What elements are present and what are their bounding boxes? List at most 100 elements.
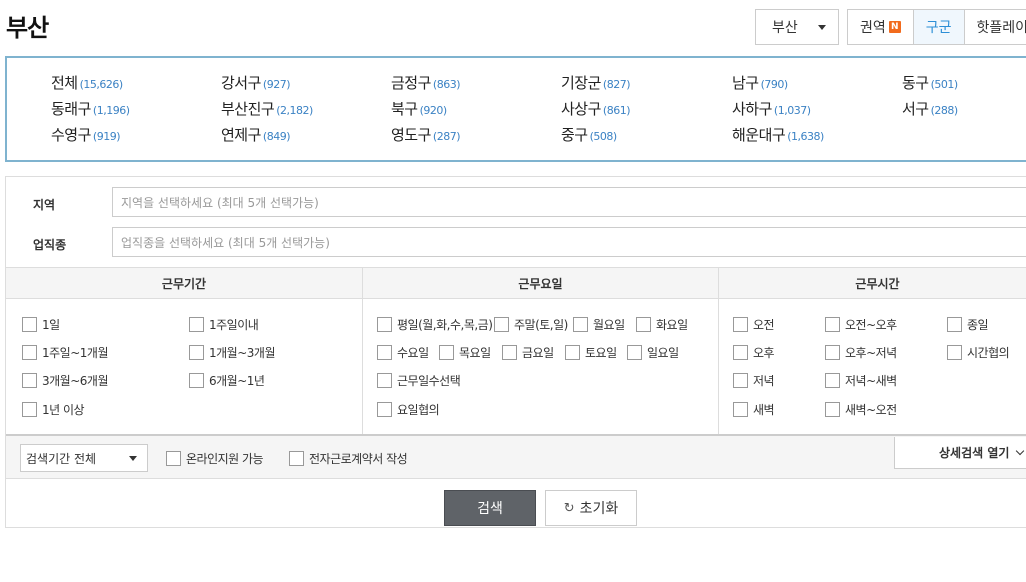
- checkbox[interactable]: [502, 345, 517, 360]
- region-input[interactable]: 지역을 선택하세요 (최대 5개 선택가능): [112, 187, 1026, 217]
- search-page: 부산 부산 권역 N 구군 핫플레이 전체 (15,626) 강서구 (927) 금…: [0, 0, 1026, 582]
- district-item[interactable]: 사하구 (1,037): [732, 98, 811, 119]
- checkbox[interactable]: [189, 317, 204, 332]
- checkbox[interactable]: [947, 345, 962, 360]
- checkbox[interactable]: [189, 373, 204, 388]
- district-item[interactable]: 해운대구 (1,638): [732, 124, 824, 145]
- city-select[interactable]: 부산: [755, 9, 839, 45]
- time-checkbox[interactable]: 오전~오후: [825, 316, 897, 333]
- checkbox[interactable]: [377, 345, 392, 360]
- district-count: (849): [262, 130, 291, 143]
- checkbox[interactable]: [636, 317, 651, 332]
- period-checkbox[interactable]: 6개월~1년: [189, 372, 265, 389]
- district-item[interactable]: 동래구 (1,196): [51, 98, 130, 119]
- period-checkbox[interactable]: 1주일~1개월: [22, 344, 109, 361]
- day-checkbox[interactable]: 금요일: [502, 344, 554, 361]
- online-apply-checkbox[interactable]: 온라인지원 가능: [166, 450, 264, 467]
- day-checkbox[interactable]: 목요일: [439, 344, 491, 361]
- district-count: (288): [930, 104, 959, 117]
- checkbox[interactable]: [825, 317, 840, 332]
- checkbox[interactable]: [166, 451, 181, 466]
- checkbox[interactable]: [22, 345, 37, 360]
- district-item[interactable]: 동구 (501): [902, 72, 958, 93]
- checkbox[interactable]: [189, 345, 204, 360]
- checkbox[interactable]: [289, 451, 304, 466]
- tab-hotplace[interactable]: 핫플레이: [964, 10, 1026, 44]
- checkbox[interactable]: [377, 373, 392, 388]
- checkbox[interactable]: [377, 402, 392, 417]
- new-badge: N: [888, 21, 901, 33]
- period-checkbox[interactable]: 1주일이내: [189, 316, 259, 333]
- district-item[interactable]: 부산진구 (2,182): [221, 98, 313, 119]
- time-checkbox[interactable]: 저녁: [733, 372, 775, 389]
- period-checkbox[interactable]: 3개월~6개월: [22, 372, 109, 389]
- district-count: (827): [602, 78, 631, 91]
- period-checkbox[interactable]: 1년 이상: [22, 401, 85, 418]
- district-item[interactable]: 기장군 (827): [561, 72, 631, 93]
- time-checkbox[interactable]: 새벽~오전: [825, 401, 897, 418]
- checkbox[interactable]: [825, 345, 840, 360]
- time-checkbox[interactable]: 저녁~새벽: [825, 372, 897, 389]
- time-checkbox[interactable]: 오후~저녁: [825, 344, 897, 361]
- district-item[interactable]: 금정구 (863): [391, 72, 461, 93]
- district-item[interactable]: 강서구 (927): [221, 72, 291, 93]
- column-divider: [362, 267, 363, 434]
- day-checkbox[interactable]: 평일(월,화,수,목,금): [377, 316, 493, 333]
- district-item[interactable]: 수영구 (919): [51, 124, 121, 145]
- time-checkbox[interactable]: 종일: [947, 316, 989, 333]
- job-input[interactable]: 업직종을 선택하세요 (최대 5개 선택가능): [112, 227, 1026, 257]
- checkbox[interactable]: [733, 345, 748, 360]
- day-checkbox[interactable]: 주말(토,일): [494, 316, 568, 333]
- checkbox[interactable]: [573, 317, 588, 332]
- time-checkbox[interactable]: 새벽: [733, 401, 775, 418]
- district-item[interactable]: 남구 (790): [732, 72, 788, 93]
- day-checkbox[interactable]: 요일협의: [377, 401, 440, 418]
- day-checkbox[interactable]: 월요일: [573, 316, 625, 333]
- day-checkbox[interactable]: 근무일수선택: [377, 372, 461, 389]
- checkbox[interactable]: [22, 317, 37, 332]
- district-item[interactable]: 북구 (920): [391, 98, 447, 119]
- tab-region[interactable]: 권역 N: [848, 10, 914, 44]
- checkbox[interactable]: [825, 373, 840, 388]
- reset-button[interactable]: ↻ 초기화: [545, 490, 637, 526]
- time-checkbox[interactable]: 오후: [733, 344, 775, 361]
- district-item[interactable]: 사상구 (861): [561, 98, 631, 119]
- district-item[interactable]: 서구 (288): [902, 98, 958, 119]
- checkbox[interactable]: [627, 345, 642, 360]
- day-checkbox[interactable]: 토요일: [565, 344, 617, 361]
- district-item[interactable]: 영도구 (287): [391, 124, 461, 145]
- period-checkbox[interactable]: 1개월~3개월: [189, 344, 276, 361]
- checkbox[interactable]: [22, 373, 37, 388]
- district-count: (15,626): [79, 78, 124, 91]
- checkbox[interactable]: [825, 402, 840, 417]
- district-item[interactable]: 전체 (15,626): [51, 72, 123, 93]
- period-checkbox[interactable]: 1일: [22, 316, 60, 333]
- checkbox[interactable]: [494, 317, 509, 332]
- detail-search-toggle[interactable]: 상세검색 열기: [894, 437, 1026, 469]
- district-item[interactable]: 연제구 (849): [221, 124, 291, 145]
- checkbox[interactable]: [22, 402, 37, 417]
- search-button[interactable]: 검색: [444, 490, 536, 526]
- checkbox[interactable]: [377, 317, 392, 332]
- checkbox[interactable]: [733, 402, 748, 417]
- checkbox[interactable]: [565, 345, 580, 360]
- time-checkbox[interactable]: 시간협의: [947, 344, 1010, 361]
- day-checkbox[interactable]: 수요일: [377, 344, 429, 361]
- day-checkbox[interactable]: 일요일: [627, 344, 679, 361]
- district-item[interactable]: 중구 (508): [561, 124, 617, 145]
- tab-region-label: 권역: [860, 20, 886, 36]
- checkbox[interactable]: [439, 345, 454, 360]
- city-select-value: 부산: [772, 20, 798, 36]
- district-count: (1,638): [787, 130, 824, 143]
- checkbox[interactable]: [947, 317, 962, 332]
- search-period-select[interactable]: 검색기간 전체: [20, 444, 148, 472]
- tab-district[interactable]: 구군: [913, 10, 965, 44]
- days-header: 근무요일: [518, 276, 563, 291]
- e-contract-checkbox[interactable]: 전자근로계약서 작성: [289, 450, 408, 467]
- checkbox[interactable]: [733, 317, 748, 332]
- time-checkbox[interactable]: 오전: [733, 316, 775, 333]
- tab-district-label: 구군: [925, 20, 952, 36]
- district-count: (508): [589, 130, 618, 143]
- day-checkbox[interactable]: 화요일: [636, 316, 688, 333]
- checkbox[interactable]: [733, 373, 748, 388]
